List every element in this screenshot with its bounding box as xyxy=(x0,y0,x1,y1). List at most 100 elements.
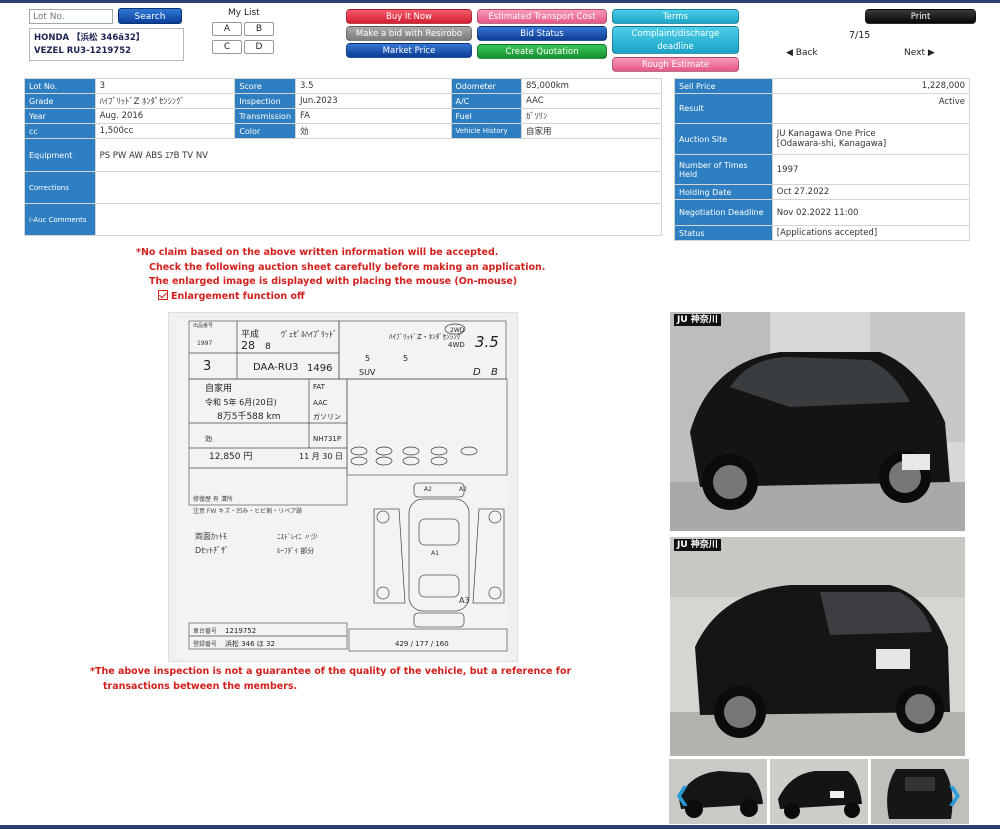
lot-number-input[interactable] xyxy=(29,9,113,24)
sheet-month: 8 xyxy=(265,342,271,352)
transmission-label: Transmission xyxy=(234,108,297,124)
result-value: Active xyxy=(771,93,971,124)
auction-brand-logo-2: JU 神奈川 xyxy=(674,539,721,551)
back-link[interactable]: ◀ Back xyxy=(786,48,818,58)
mylist-c-button[interactable]: C xyxy=(212,40,242,54)
color-value: 効 xyxy=(295,123,452,139)
market-price-button[interactable]: Market Price xyxy=(346,43,472,58)
times-held-label: Number of Times Held xyxy=(674,154,773,185)
bid-status-button[interactable]: Bid Status xyxy=(477,26,607,41)
vehicle-summary: HONDA 【浜松 346ã32】 VEZEL RU3-1219752 xyxy=(29,28,184,61)
svg-text:修復歴 有 溝所: 修復歴 有 溝所 xyxy=(193,495,233,503)
auction-site-label: Auction Site xyxy=(674,123,773,155)
history-value: 自家用 xyxy=(521,123,662,139)
sheet-drive: 4WD xyxy=(448,341,465,349)
sheet-dims: 429 / 177 / 160 xyxy=(395,640,449,648)
checkbox-icon[interactable] xyxy=(158,290,168,300)
year-value: Aug. 2016 xyxy=(94,108,236,124)
sheet-name: ｳﾞｪｾﾞﾙﾊｲﾌﾞﾘｯﾄﾞ xyxy=(281,330,337,339)
notice-line-2: Check the following auction sheet carefu… xyxy=(149,261,546,273)
auction-brand-logo: JU 神奈川 xyxy=(674,314,721,326)
comments-value xyxy=(94,203,663,236)
chevron-left-icon[interactable]: ❮ xyxy=(674,782,691,806)
thumbnail-2[interactable] xyxy=(770,759,868,824)
auction-sheet-image[interactable]: 出品番号 1997 3 平成 28 8 DAA-RU3 ｳﾞｪｾﾞﾙﾊｲﾌﾞﾘｯ… xyxy=(168,312,518,662)
sheet-recycle: 12,850 円 xyxy=(209,451,252,462)
sheet-cc: 1496 xyxy=(307,363,332,374)
notice-block: *No claim based on the above written inf… xyxy=(136,246,545,290)
vehicle-photo-rear[interactable]: JU 神奈川 xyxy=(670,537,965,756)
score-value: 3.5 xyxy=(295,78,452,94)
sheet-doors: 5 xyxy=(365,354,370,363)
fuel-value: ｶﾞｿﾘﾝ xyxy=(521,108,662,124)
grade-value: ﾊｲﾌﾞﾘｯﾄﾞZ ﾎﾝﾀﾞｾﾝｼﾝｸﾞ xyxy=(94,93,236,109)
mylist-a-button[interactable]: A xyxy=(212,22,242,36)
chevron-right-icon[interactable]: ❯ xyxy=(946,782,963,806)
next-link[interactable]: Next ▶ xyxy=(904,48,935,58)
holding-date-value: Oct 27.2022 xyxy=(771,184,971,200)
sheet-model: DAA-RU3 xyxy=(253,362,299,373)
vehicle-model: VEZEL RU3-1219752 xyxy=(34,46,132,56)
inspection-label: Inspection xyxy=(234,93,297,109)
history-label: Vehicle History xyxy=(450,123,522,139)
cc-value: 1,500cc xyxy=(94,123,236,139)
svg-text:車台番号: 車台番号 xyxy=(193,627,217,635)
result-label: Result xyxy=(674,93,773,124)
mylist-title: My List xyxy=(228,8,260,18)
print-button[interactable]: Print xyxy=(865,9,976,24)
resirobo-bid-button[interactable]: Make a bid with Resirobo xyxy=(346,26,472,41)
sheet-usage: 自家用 xyxy=(205,382,232,394)
sell-price-label: Sell Price xyxy=(674,78,773,94)
svg-text:A2: A2 xyxy=(459,486,467,493)
mylist-d-button[interactable]: D xyxy=(244,40,274,54)
sheet-body: SUV xyxy=(359,368,376,377)
disclaimer-line-1: *The above inspection is not a guarantee… xyxy=(90,666,572,677)
transport-cost-button[interactable]: Estimated Transport Cost xyxy=(477,9,607,24)
chevron-left-icon: ◀ xyxy=(786,48,796,58)
svg-text:両面ｶｯﾄﾓ: 両面ｶｯﾄﾓ xyxy=(195,532,227,541)
sheet-score: 3.5 xyxy=(475,333,499,351)
sheet-aircon: AAC xyxy=(313,399,328,407)
sheet-plate: 浜松 346 ほ 32 xyxy=(225,639,275,648)
holding-date-label: Holding Date xyxy=(674,184,773,200)
sheet-era-year: 28 xyxy=(241,339,255,352)
vehicle-photo-front[interactable]: JU 神奈川 xyxy=(670,312,965,531)
sheet-date: 11 月 30 日 xyxy=(299,452,343,461)
enlargement-toggle[interactable]: Enlargement function off xyxy=(158,290,305,302)
page-position: 7/15 xyxy=(849,30,871,41)
sheet-exterior: B xyxy=(491,367,498,378)
svg-text:ﾆｽﾄﾞﾚｲﾆ 〃少: ﾆｽﾄﾞﾚｲﾆ 〃少 xyxy=(277,533,318,541)
comments-label: i-Auc Comments xyxy=(24,203,96,236)
sell-price-value: 1,228,000 xyxy=(771,78,971,94)
sheet-mileage: 8万5千588 km xyxy=(217,411,280,422)
auction-site-location: [Odawara-shi, Kanagawa] xyxy=(776,139,887,149)
enlargement-label: Enlargement function off xyxy=(171,291,305,302)
svg-text:2WD: 2WD xyxy=(450,327,465,334)
transmission-value: FA xyxy=(295,108,452,124)
sheet-fuel: ガソリン xyxy=(313,412,341,421)
sale-details-table: Sell Price 1,228,000 Result Active Aucti… xyxy=(674,78,971,241)
negotiation-value: Nov 02.2022 11:00 xyxy=(771,199,971,226)
rough-estimate-button[interactable]: Rough Estimate xyxy=(612,57,739,72)
mylist-b-button[interactable]: B xyxy=(244,22,274,36)
svg-text:Dｾｯﾄﾁﾞｻﾞ: Dｾｯﾄﾁﾞｻﾞ xyxy=(195,546,229,555)
sheet-seats: 5 xyxy=(403,354,408,363)
notice-line-3: The enlarged image is displayed with pla… xyxy=(149,276,518,287)
search-button[interactable]: Search xyxy=(118,8,182,24)
vehicle-title: HONDA 【浜松 346ã32】 xyxy=(34,33,145,43)
complaint-deadline-button[interactable]: Complaint/discharge deadline xyxy=(612,26,739,54)
buy-it-now-button[interactable]: Buy It Now xyxy=(346,9,472,24)
terms-button[interactable]: Terms xyxy=(612,9,739,24)
odometer-value: 85,000km xyxy=(521,78,662,94)
status-label: Status xyxy=(674,225,773,241)
notice-line-1: *No claim based on the above written inf… xyxy=(136,247,499,258)
svg-text:A2: A2 xyxy=(424,486,432,493)
corrections-value xyxy=(94,171,663,204)
sheet-auction-no: 1997 xyxy=(197,340,212,347)
svg-text:ﾙｰﾌﾀﾞｲ 部分: ﾙｰﾌﾀﾞｲ 部分 xyxy=(277,546,314,555)
svg-text:A3: A3 xyxy=(459,596,470,605)
back-label: Back xyxy=(795,48,818,58)
create-quotation-button[interactable]: Create Quotation xyxy=(477,44,607,59)
sheet-chassis: 1219752 xyxy=(225,627,256,635)
status-link[interactable]: [Applications accepted] xyxy=(771,225,971,241)
